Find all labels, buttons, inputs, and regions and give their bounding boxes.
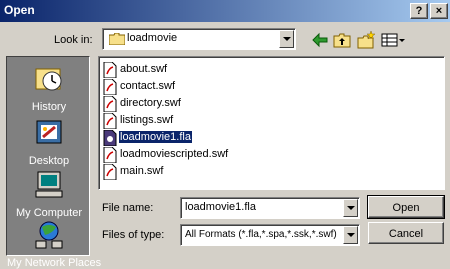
desktop-icon	[36, 120, 62, 144]
place-label: Desktop	[28, 155, 70, 167]
file-type-value: All Formats (*.fla,*.spa,*.ssk,*.swf)	[185, 229, 337, 240]
swf-file-icon	[103, 147, 117, 163]
look-in-label: Look in:	[54, 34, 93, 46]
look-in-value: loadmovie	[127, 32, 178, 44]
close-button[interactable]: ×	[430, 3, 448, 19]
place-label: My Network Places	[7, 257, 102, 269]
chevron-down-icon[interactable]	[343, 199, 358, 217]
swf-file-icon	[103, 62, 117, 78]
file-name-label: File name:	[102, 202, 154, 214]
place-label: My Computer	[15, 207, 83, 219]
swf-file-icon	[103, 164, 117, 180]
help-button[interactable]: ?	[410, 3, 428, 19]
file-name-input[interactable]: loadmovie1.fla	[180, 197, 360, 219]
places-bar: History Desktop My Computer My Network P…	[6, 56, 101, 269]
file-name: about.swf	[120, 63, 168, 75]
chevron-down-icon[interactable]	[279, 30, 294, 48]
file-name: contact.swf	[120, 80, 176, 92]
fla-file-icon	[103, 130, 117, 146]
swf-file-icon	[103, 79, 117, 95]
file-name: main.swf	[120, 165, 164, 177]
file-name: directory.swf	[120, 97, 181, 109]
my-computer-icon	[35, 171, 63, 198]
file-list[interactable]: about.swf contact.swf directory.swf list…	[98, 56, 445, 190]
file-type-label: Files of type:	[102, 229, 165, 241]
network-icon	[35, 221, 63, 249]
swf-file-icon	[103, 96, 117, 112]
chevron-down-icon[interactable]	[343, 226, 358, 244]
open-button[interactable]: Open	[367, 195, 445, 219]
views-menu-icon[interactable]	[380, 30, 406, 50]
folder-icon	[109, 33, 125, 45]
place-label: History	[31, 101, 67, 113]
file-name: loadmoviescripted.swf	[120, 148, 229, 160]
back-arrow-icon[interactable]	[310, 30, 330, 50]
look-in-dropdown[interactable]: loadmovie	[102, 28, 296, 50]
new-folder-icon[interactable]	[356, 30, 376, 50]
window-title: Open	[4, 3, 35, 17]
cancel-button[interactable]: Cancel	[368, 222, 444, 244]
file-type-dropdown[interactable]: All Formats (*.fla,*.spa,*.ssk,*.swf)	[180, 224, 360, 246]
file-name: listings.swf	[120, 114, 174, 126]
history-icon	[35, 68, 62, 91]
title-bar[interactable]: Open ? ×	[0, 0, 450, 22]
up-folder-icon[interactable]	[332, 30, 352, 50]
file-name: loadmovie1.fla	[119, 131, 192, 143]
swf-file-icon	[103, 113, 117, 129]
file-name-value[interactable]: loadmovie1.fla	[185, 201, 256, 213]
